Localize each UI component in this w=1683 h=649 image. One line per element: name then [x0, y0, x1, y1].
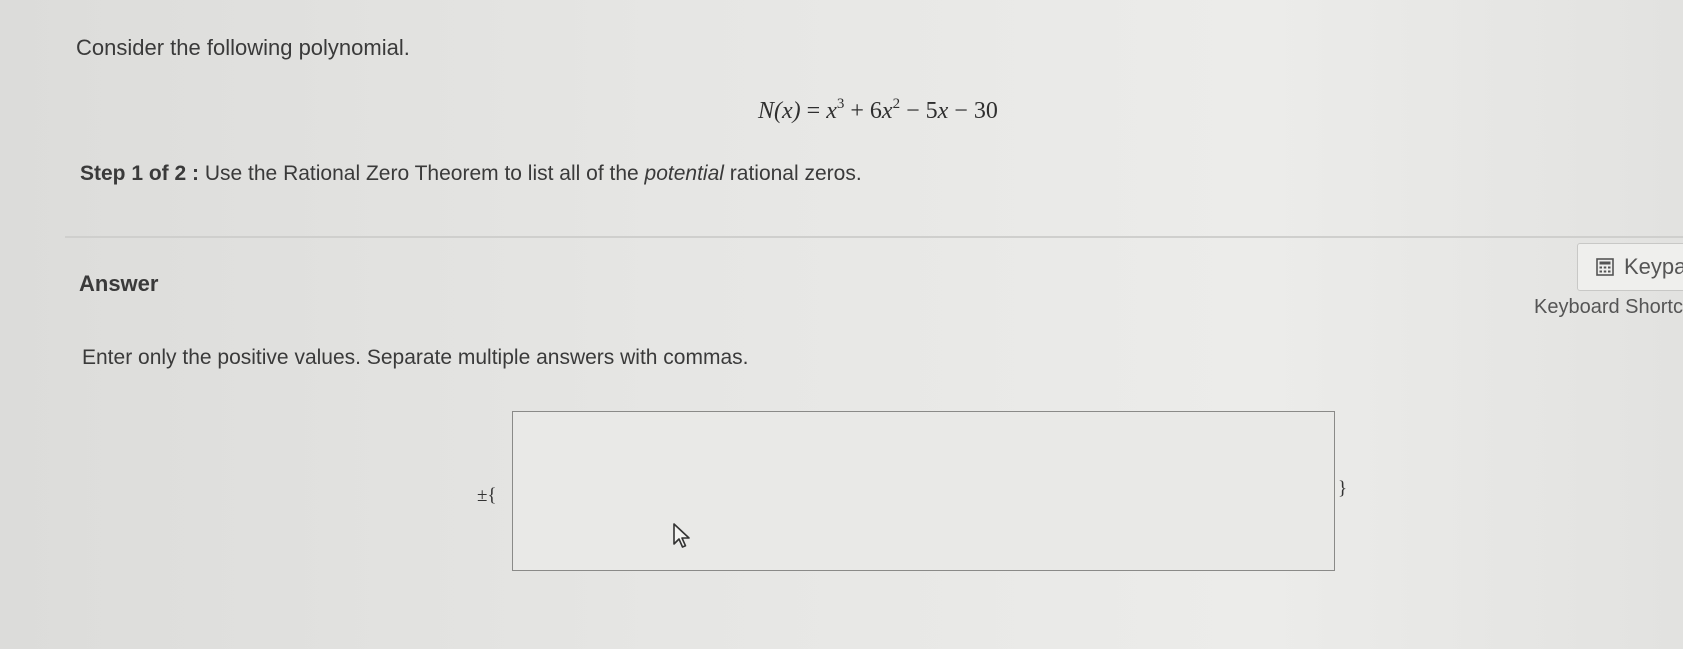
mouse-pointer-icon: [673, 523, 690, 548]
answer-instructions: Enter only the positive values. Separate…: [82, 346, 749, 369]
close-brace: }: [1338, 478, 1348, 499]
step-label: Step 1 of 2 :: [80, 162, 200, 185]
keypad-button[interactable]: Keypa: [1577, 243, 1683, 291]
question-intro: Consider the following polynomial.: [76, 35, 410, 60]
polynomial-equation: N(x) = x3 + 6x2 − 5x − 30: [758, 96, 998, 125]
eq-term3-var: x: [937, 98, 949, 124]
step-text-emphasis: potential: [644, 162, 724, 185]
step-text-before: Use the Rational Zero Theorem to list al…: [199, 162, 645, 185]
section-divider: [65, 236, 1683, 238]
eq-lhs: N(x): [758, 98, 801, 124]
answer-label: Answer: [79, 271, 159, 296]
eq-term3-coef: 5: [925, 98, 938, 124]
step-instruction: Step 1 of 2 : Use the Rational Zero Theo…: [80, 162, 862, 186]
eq-op3: −: [954, 98, 968, 124]
answer-input[interactable]: [512, 411, 1335, 571]
eq-term1-base: x: [826, 98, 837, 124]
plus-minus-open-brace: ±{: [477, 485, 497, 506]
eq-op2: −: [906, 98, 920, 124]
eq-op1: +: [850, 98, 864, 124]
eq-term2-exp: 2: [892, 96, 901, 112]
eq-term4: 30: [973, 98, 998, 124]
step-text-after: rational zeros.: [723, 162, 862, 185]
eq-term2-coef: 6: [869, 98, 882, 124]
keypad-label: Keypa: [1624, 254, 1683, 279]
eq-term1-exp: 3: [836, 96, 845, 112]
keyboard-shortcuts-link[interactable]: Keyboard Shortc: [1534, 296, 1683, 319]
eq-equals: =: [806, 98, 821, 124]
calculator-icon: [1596, 258, 1614, 276]
eq-term2-var: x: [881, 98, 893, 124]
